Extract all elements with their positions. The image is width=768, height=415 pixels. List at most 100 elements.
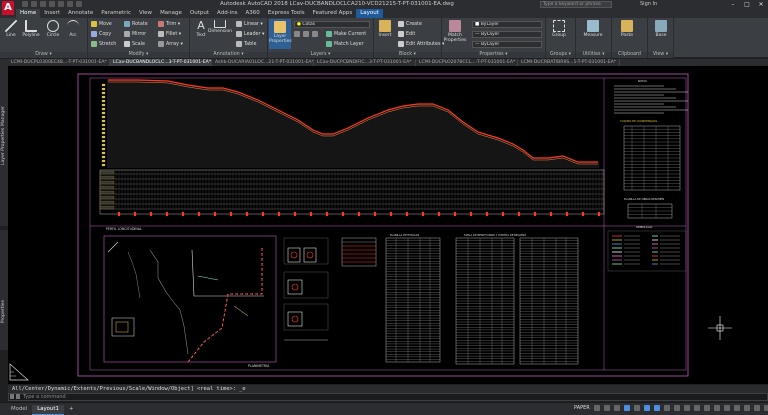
circle-button[interactable]: Circle <box>44 20 62 38</box>
command-input[interactable]: Type a command <box>8 393 768 401</box>
layers-panel-title[interactable]: Layers ▾ <box>268 52 373 58</box>
transparency-icon[interactable] <box>673 405 680 411</box>
quick-properties-icon[interactable] <box>733 405 740 411</box>
utilities-panel-title[interactable]: Utilities ▾ <box>576 52 611 58</box>
tab-parametric[interactable]: Parametric <box>97 9 135 18</box>
annotation-scale-icon[interactable] <box>693 405 700 411</box>
tab-insert[interactable]: Insert <box>40 9 64 18</box>
edit-attributes-button[interactable]: Edit Attributes ▾ <box>398 41 444 47</box>
leader-button[interactable]: Leader ▾ <box>236 31 264 37</box>
doc-tab[interactable]: LCav-DUCPCBNDIFIC...3-T-PT-031001-EA* <box>314 59 416 66</box>
arc-button[interactable]: Arc <box>64 20 82 38</box>
paper-space-toggle[interactable]: PAPER <box>574 405 590 411</box>
mirror-button[interactable]: Mirror <box>124 31 146 37</box>
lineweight-dropdown[interactable]: — ByLayer <box>472 41 542 48</box>
modify-panel-title[interactable]: Modify ▾ <box>88 52 189 58</box>
isolate-objects-icon[interactable] <box>753 405 760 411</box>
polyline-button[interactable]: Polyline <box>20 20 42 38</box>
array-button[interactable]: Array ▾ <box>158 41 183 47</box>
autocad-logo-icon[interactable]: A <box>2 1 14 15</box>
doc-tab[interactable]: Ashb-DUCARIA01LOC...21-T-PT-031001-EA* <box>212 59 314 66</box>
stretch-button[interactable]: Stretch <box>91 41 116 47</box>
properties-panel-title[interactable]: Properties ▾ <box>442 52 545 58</box>
draw-panel-title[interactable]: Draw ▾ <box>0 52 87 58</box>
save-as-icon[interactable] <box>49 1 55 7</box>
sign-in-link[interactable]: Sign In <box>640 1 657 7</box>
close-command-icon[interactable] <box>10 394 14 399</box>
block-panel-title[interactable]: Block ▾ <box>374 52 441 58</box>
tab-layout1[interactable]: Layout1 <box>32 405 64 415</box>
table-button[interactable]: Table <box>236 41 256 47</box>
move-button[interactable]: Move <box>91 21 112 27</box>
save-icon[interactable] <box>40 1 46 7</box>
maximize-icon[interactable]: □ <box>740 0 754 9</box>
tab-featured-apps[interactable]: Featured Apps <box>309 9 357 18</box>
add-layout-button[interactable]: + <box>64 405 79 415</box>
match-properties-button[interactable]: Match Properties <box>443 20 467 43</box>
base-view-button[interactable]: Base <box>652 20 670 38</box>
edit-block-button[interactable]: Edit <box>398 31 415 37</box>
layer-properties-button[interactable]: Layer Properties <box>269 19 292 49</box>
view-panel-title[interactable]: View ▾ <box>648 52 673 58</box>
ortho-icon[interactable] <box>613 405 620 411</box>
groups-panel-title[interactable]: Groups ▾ <box>546 52 575 58</box>
tab-manage[interactable]: Manage <box>156 9 186 18</box>
scale-button[interactable]: Scale <box>124 41 145 47</box>
snap-icon[interactable] <box>603 405 610 411</box>
polar-tracking-icon[interactable] <box>623 405 630 411</box>
layer-properties-palette[interactable]: Layer Properties Manager <box>0 66 8 226</box>
rotate-button[interactable]: Rotate <box>124 21 148 27</box>
doc-tab[interactable]: LCMI-DUCPL0300EC48...-T-PT-031001-EA* <box>8 59 110 66</box>
redo-icon[interactable] <box>76 1 82 7</box>
doc-tab[interactable]: LCMI-DUCPLO2078CCL...-T-PT-031001-EA* <box>416 59 518 66</box>
tab-add-ins[interactable]: Add-ins <box>213 9 242 18</box>
new-file-icon[interactable] <box>22 1 28 7</box>
line-button[interactable]: Line <box>2 20 20 38</box>
doc-tab[interactable]: LCMI-DUCRBATIBRIIS...1-T-PT-031001-EA* <box>518 59 620 66</box>
tab-output[interactable]: Output <box>186 9 213 18</box>
selection-cycling-icon[interactable] <box>683 405 690 411</box>
lock-ui-icon[interactable] <box>743 405 750 411</box>
linear-button[interactable]: Linear ▾ <box>236 21 263 27</box>
doc-tab-active[interactable]: LCav-DUCBANDLOCLC...3-T-PT-031001-EA* <box>110 59 212 66</box>
print-icon[interactable] <box>58 1 64 7</box>
minimize-icon[interactable]: – <box>726 0 740 9</box>
paste-button[interactable]: Paste <box>618 20 636 38</box>
undo-icon[interactable] <box>67 1 73 7</box>
match-layer-button[interactable]: Match Layer <box>326 41 364 47</box>
tab-model[interactable]: Model <box>6 405 32 415</box>
color-dropdown[interactable]: ■ ByLayer <box>472 21 542 28</box>
layer-tools[interactable] <box>294 31 318 37</box>
tab-layout[interactable]: Layout <box>356 9 383 18</box>
annotation-panel-title[interactable]: Annotation ▾ <box>190 52 267 58</box>
isodraft-icon[interactable] <box>633 405 640 411</box>
copy-button[interactable]: Copy <box>91 31 111 37</box>
layer-dropdown[interactable]: ● Cotas <box>294 21 370 28</box>
annotation-monitor-icon[interactable] <box>713 405 720 411</box>
tab-annotate[interactable]: Annotate <box>64 9 97 18</box>
command-prompt-icon[interactable] <box>16 394 20 399</box>
fillet-button[interactable]: Fillet ▾ <box>158 31 181 37</box>
tab-a360[interactable]: A360 <box>242 9 264 18</box>
tab-express-tools[interactable]: Express Tools <box>264 9 309 18</box>
object-snap-icon[interactable] <box>653 405 660 411</box>
object-snap-tracking-icon[interactable] <box>643 405 650 411</box>
group-button[interactable]: Group <box>550 20 568 38</box>
tab-view[interactable]: View <box>135 9 156 18</box>
create-block-button[interactable]: Create <box>398 21 422 27</box>
search-input[interactable]: Type a keyword or phrase <box>540 1 612 8</box>
close-icon[interactable]: ✕ <box>754 0 768 9</box>
drawing-canvas[interactable]: PERFIL LONGITUDINAL PLANIMETRIA PLANILLA… <box>8 66 768 384</box>
plan-viewport[interactable] <box>103 235 277 363</box>
hardware-acceleration-icon[interactable] <box>763 405 768 411</box>
insert-button[interactable]: Insert <box>376 20 394 38</box>
make-current-button[interactable]: Make Current <box>326 31 366 37</box>
grid-icon[interactable] <box>593 405 600 411</box>
trim-button[interactable]: Trim ▾ <box>158 21 180 27</box>
tab-home[interactable]: Home <box>16 9 41 18</box>
open-file-icon[interactable] <box>31 1 37 7</box>
lineweight-icon[interactable] <box>663 405 670 411</box>
units-icon[interactable] <box>723 405 730 411</box>
properties-palette[interactable]: Properties <box>0 230 8 350</box>
dimension-button[interactable]: Dimension <box>208 20 232 34</box>
